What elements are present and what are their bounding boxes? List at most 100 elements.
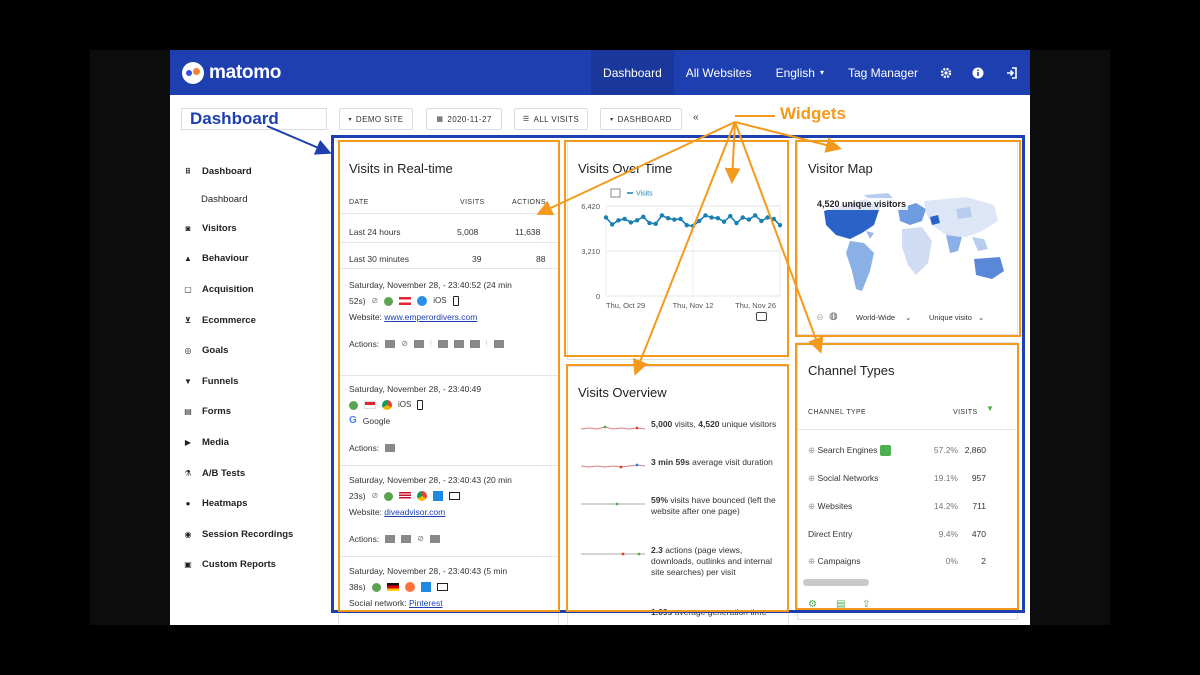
sidebar-item-label: Session Recordings [202,529,294,540]
sidebar-item-visitors[interactable]: ◙ Visitors [184,223,237,234]
overview-row-generation-time[interactable]: 1.69s average generation time [578,607,783,625]
data-point [628,220,634,225]
sidebar-item-media[interactable]: ▶ Media [184,437,229,448]
zoom-out-icon[interactable]: ⊖ [816,312,824,323]
actions-label: Actions: [349,534,380,544]
export-table-icon[interactable]: ▤ [836,599,845,610]
expand-icon[interactable]: ⊕ [808,445,815,455]
share-icon[interactable]: ⇪ [862,599,870,610]
chart-type-icon [610,188,621,198]
globe-icon[interactable]: ◍ [829,311,838,322]
visit-entry[interactable]: Saturday, November 28, - 23:40:49 iOS G … [349,381,549,456]
nav-all-websites[interactable]: All Websites [674,50,764,95]
logout-icon[interactable] [994,50,1030,95]
table-cell-visits: 5,008 [457,227,479,237]
annotation-icon[interactable] [756,312,767,321]
table-row[interactable]: Direct Entry 9.4% 470 [808,529,1008,539]
sidebar-item-acquisition[interactable]: ▢ Acquisition [184,284,254,295]
widget-title: Channel Types [808,363,895,378]
overview-row-actions[interactable]: 2.3 actions (page views, downloads, outl… [578,545,783,593]
table-row[interactable]: ⊕ Search Engines 57.2% 2,860 [808,445,1008,457]
metric-select[interactable]: Unique visito ⌄ [929,313,984,322]
overview-row-visits[interactable]: 5,000 visits, 4,520 unique visitors [578,419,783,445]
horizontal-scrollbar[interactable] [803,579,869,586]
segment-visitor-log-icon[interactable] [879,445,891,457]
overview-text: 3 min 59s average visit duration [651,457,773,467]
sort-descending-icon[interactable]: ▼ [986,404,994,413]
os-label: iOS [398,400,412,409]
visit-actions-row: Actions: ⊘ [349,531,549,547]
data-point [721,219,727,224]
sidebar-subitem-dashboard[interactable]: Dashboard [201,194,247,205]
site-selector-button[interactable]: ▾ DEMO SITE [339,108,413,130]
nav-tag-manager[interactable]: Tag Manager [836,50,930,95]
channel-label: Websites [817,501,853,511]
sparkline [581,425,645,430]
audio-icon: ⦙ [485,339,488,348]
expand-icon[interactable]: ⊕ [808,473,815,483]
dashboard-menu-button[interactable]: ▾ DASHBOARD [600,108,682,130]
nav-dashboard[interactable]: Dashboard [591,50,674,95]
visit-entry[interactable]: Saturday, November 28, - 23:40:43 (20 mi… [349,472,549,547]
column-header-visits[interactable]: VISITS [953,409,978,416]
sidebar-item-forms[interactable]: ▤ Forms [184,406,231,417]
referrer-link[interactable]: www.emperordivers.com [384,312,477,322]
matomo-logo[interactable]: matomo [182,62,281,84]
sidebar-item-heatmaps[interactable]: ● Heatmaps [184,498,248,509]
segment-selector-label: ALL VISITS [533,114,580,124]
data-point [777,223,783,228]
date-selector-button[interactable]: ▦ 2020-11-27 [426,108,502,130]
windows-os-icon [420,582,431,592]
overview-row-duration[interactable]: 3 min 59s average visit duration [578,457,783,483]
sidebar-item-behaviour[interactable]: ▲ Behaviour [184,253,248,264]
visit-datetime: Saturday, November 28, - 23:40:49 [349,384,482,394]
sidebar-item-label: Media [202,437,229,448]
sidebar-item-ecommerce[interactable]: ⊻ Ecommerce [184,315,256,326]
expand-icon[interactable]: ⊕ [808,501,815,511]
collapse-toolbar-icon[interactable]: « [693,112,699,123]
sidebar-item-label: Custom Reports [202,559,276,570]
column-header-channel-type[interactable]: CHANNEL TYPE [808,409,866,416]
actions-label: Actions: [349,443,380,453]
expand-icon[interactable]: ⊕ [808,556,815,566]
gear-icon[interactable] [930,50,962,95]
sidebar-item-funnels[interactable]: ▼ Funnels [184,376,238,387]
referrer-link[interactable]: diveadvisor.com [384,507,445,517]
visitor-profile-icon [384,296,394,306]
record-icon: ◉ [184,530,192,539]
visit-entry[interactable]: Saturday, November 28, - 23:40:43 (5 min… [349,563,549,611]
region-select[interactable]: World-Wide ⌄ [856,313,911,322]
channel-label: Social Networks [817,473,879,483]
x-tick-label: Thu, Oct 29 [606,301,645,310]
sidebar-item-custom-reports[interactable]: ▣ Custom Reports [184,559,276,570]
sidebar-item-goals[interactable]: ◎ Goals [184,345,229,356]
folder-icon [429,535,440,543]
overview-row-bounce[interactable]: 59% visits have bounced (left the websit… [578,495,783,533]
visit-entry[interactable]: Saturday, November 28, - 23:40:52 (24 mi… [349,277,549,352]
region-select-value: World-Wide [856,313,896,322]
referrer-link[interactable]: Pinterest [409,598,443,608]
segment-icon: ☰ [522,116,530,123]
nav-language-label: English [775,65,815,80]
referrer-search-engine[interactable]: Google [363,413,390,429]
y-tick-label: 6,420 [581,202,600,211]
sidebar-item-session-recordings[interactable]: ◉ Session Recordings [184,529,294,540]
widget-title: Visitor Map [808,161,873,176]
nav-language[interactable]: English ▾ [764,50,836,95]
metric-select-value: Unique visito [929,313,972,322]
table-row[interactable]: ⊕ Websites 14.2% 711 [808,501,1008,512]
segment-selector-button[interactable]: ☰ ALL VISITS [514,108,588,130]
data-point [678,216,683,222]
data-point [622,216,627,222]
channel-percent: 19.1% [933,473,958,483]
table-row[interactable]: ⊕ Social Networks 19.1% 957 [808,473,1008,484]
channel-label: Search Engines [817,445,878,455]
settings-icon[interactable]: ⚙ [808,599,817,610]
table-row[interactable]: ⊕ Campaigns 0% 2 [808,556,1008,567]
sidebar-item-ab-tests[interactable]: ⚗ A/B Tests [184,468,245,479]
referrer-label: Website: [349,312,382,322]
overview-text: 5,000 visits, 4,520 unique visitors [651,419,777,429]
sidebar-item-dashboard[interactable]: ⠿ Dashboard [184,166,252,177]
info-icon[interactable] [962,50,994,95]
no-ecommerce-icon: ⊘ [371,491,379,500]
